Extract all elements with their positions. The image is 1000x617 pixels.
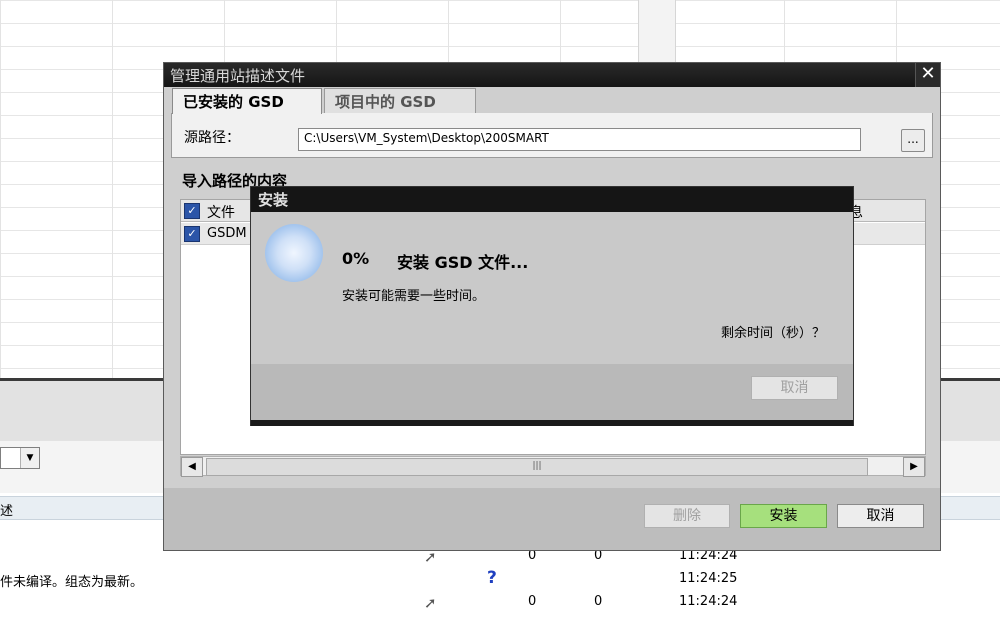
description-column-header: 述 <box>0 504 14 519</box>
chevron-down-icon: ▼ <box>20 448 39 468</box>
cancel-button[interactable]: 取消 <box>837 504 924 528</box>
dialog-title: 管理通用站描述文件 <box>170 67 306 85</box>
scroll-thumb[interactable]: ||| <box>206 458 868 476</box>
file-name: GSDM <box>207 226 247 241</box>
filter-dropdown[interactable]: ▼ <box>0 447 40 469</box>
select-all-checkbox[interactable]: ✓ <box>184 203 200 219</box>
install-progress-dialog: 安装 0% 安装 GSD 文件... 安装可能需要一些时间。 剩余时间（秒）？ … <box>250 186 854 426</box>
progress-footer: 取消 <box>251 364 853 421</box>
browse-button[interactable]: ... <box>901 129 925 152</box>
busy-spinner-icon <box>265 224 323 282</box>
progress-title: 安装 <box>258 191 289 209</box>
horizontal-scrollbar[interactable]: ◀ ||| ▶ <box>180 456 926 477</box>
message-time: 11:24:24 <box>679 594 738 609</box>
error-count: 0 <box>528 594 537 609</box>
progress-message: 安装 GSD 文件... <box>397 253 529 272</box>
dialog-titlebar[interactable]: 管理通用站描述文件 ✕ <box>164 63 940 87</box>
question-icon: ? <box>487 568 497 588</box>
progress-titlebar[interactable]: 安装 <box>251 187 853 212</box>
close-icon[interactable]: ✕ <box>915 63 940 87</box>
remaining-time: 剩余时间（秒）？ <box>721 326 826 341</box>
progress-subtext: 安装可能需要一些时间。 <box>342 289 486 304</box>
install-button[interactable]: 安装 <box>740 504 827 528</box>
source-path-input[interactable]: C:\Users\VM_System\Desktop\200SMART <box>298 128 861 151</box>
message-time: 11:24:25 <box>679 571 738 586</box>
scroll-left-icon[interactable]: ◀ <box>181 457 203 477</box>
tab-project-gsd[interactable]: 项目中的 GSD <box>324 88 476 114</box>
message-row[interactable]: ➚ 0 0 11:24:24 <box>0 591 1000 614</box>
tab-installed-gsd[interactable]: 已安装的 GSD <box>172 88 322 114</box>
progress-cancel-button[interactable]: 取消 <box>751 376 838 400</box>
scroll-right-icon[interactable]: ▶ <box>903 457 925 477</box>
arrow-icon: ➚ <box>424 594 437 612</box>
file-column-header: 文件 <box>207 205 235 221</box>
message-row[interactable]: 件未编译。组态为最新。 ? 11:24:25 <box>0 568 1000 591</box>
warning-count: 0 <box>594 594 603 609</box>
row-checkbox[interactable]: ✓ <box>184 226 200 242</box>
message-text: 件未编译。组态为最新。 <box>0 575 144 590</box>
delete-button[interactable]: 删除 <box>644 504 730 528</box>
progress-percent: 0% <box>342 249 370 268</box>
dialog-button-bar: 删除 安装 取消 <box>164 488 940 550</box>
progress-bottom-border <box>251 420 853 426</box>
source-path-label: 源路径： <box>184 130 240 146</box>
